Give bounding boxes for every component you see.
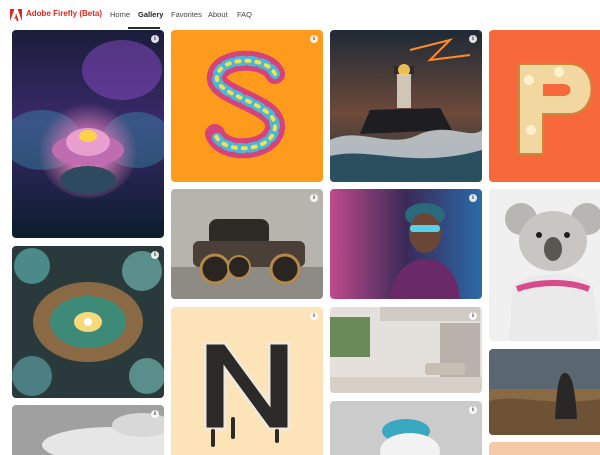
active-tab-indicator — [128, 27, 160, 29]
info-icon[interactable]: i — [310, 312, 318, 320]
gallery-card-letter-p[interactable] — [489, 30, 600, 182]
gallery-card-landscape[interactable] — [489, 349, 600, 435]
nav-faq[interactable]: FAQ — [237, 10, 252, 19]
lighthouse-storm-image — [330, 30, 482, 182]
gallery-card-sculpture[interactable]: i — [330, 401, 482, 455]
fractal-image — [12, 246, 164, 398]
nav-favorites[interactable]: Favorites — [171, 10, 202, 19]
gallery-card-lighthouse[interactable]: i — [330, 30, 482, 182]
vintage-car-image — [171, 189, 323, 299]
info-icon[interactable]: i — [310, 35, 318, 43]
info-icon[interactable]: i — [151, 251, 159, 259]
koala-astronaut-image — [489, 189, 600, 341]
dripping-letter-n-image — [171, 307, 323, 455]
neon-portrait-image — [330, 189, 482, 299]
nav-about[interactable]: About — [208, 10, 228, 19]
gallery-card-letter-s[interactable]: i — [171, 30, 323, 182]
sculpture-image — [330, 401, 482, 455]
cloudy-sky-image — [12, 405, 164, 455]
gallery-card-lotus[interactable]: i — [12, 30, 164, 238]
info-icon[interactable]: i — [469, 406, 477, 414]
adobe-logo-icon[interactable] — [10, 9, 22, 21]
info-icon[interactable]: i — [151, 35, 159, 43]
gallery-card-letter-n[interactable]: i — [171, 307, 323, 455]
info-icon[interactable]: i — [469, 312, 477, 320]
gallery-card-sky[interactable]: i — [12, 405, 164, 455]
modern-interior-image — [330, 307, 482, 393]
lotus-galaxy-image — [12, 30, 164, 238]
top-navigation-bar: Adobe Firefly (Beta) Home Gallery Favori… — [0, 0, 600, 30]
gallery-card-fractal[interactable]: i — [12, 246, 164, 398]
misty-landscape-figure-image — [489, 349, 600, 435]
gallery-card-car[interactable]: i — [171, 189, 323, 299]
yarn-letter-s-image — [171, 30, 323, 182]
info-icon[interactable]: i — [469, 194, 477, 202]
nav-gallery[interactable]: Gallery — [138, 10, 163, 19]
popcorn-letter-p-image — [489, 30, 600, 182]
info-icon[interactable]: i — [310, 194, 318, 202]
info-icon[interactable]: i — [151, 410, 159, 418]
info-icon[interactable]: i — [469, 35, 477, 43]
gallery-card-interior[interactable]: i — [330, 307, 482, 393]
gallery-card-koala-astronaut[interactable]: i — [489, 189, 600, 341]
nav-home[interactable]: Home — [110, 10, 130, 19]
gallery-card-neon-portrait[interactable]: i — [330, 189, 482, 299]
app-brand-title[interactable]: Adobe Firefly (Beta) — [26, 9, 102, 18]
gallery-card-partial[interactable] — [489, 442, 600, 455]
